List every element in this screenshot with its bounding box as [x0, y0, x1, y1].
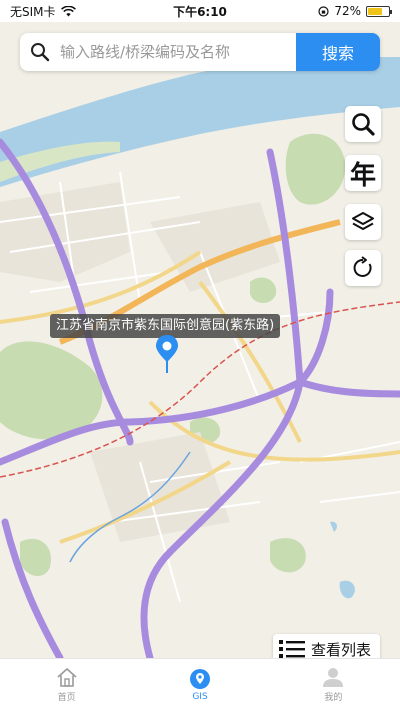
view-list-label: 查看列表 — [311, 640, 372, 659]
tab-home[interactable]: 首页 — [0, 659, 133, 710]
search-icon — [20, 33, 60, 71]
year-label: 年 — [349, 160, 376, 191]
year-filter-button[interactable]: 年 — [345, 155, 381, 191]
tab-mine-label: 我的 — [324, 693, 343, 703]
map-pin-icon[interactable] — [154, 334, 180, 374]
layers-icon — [352, 212, 374, 230]
tab-mine[interactable]: 我的 — [267, 659, 400, 710]
wifi-icon — [60, 5, 76, 16]
bottom-tab-bar: 首页 GIS 我的 — [0, 658, 400, 710]
refresh-icon — [353, 256, 372, 277]
layers-button[interactable] — [345, 204, 381, 240]
orientation-lock-icon — [318, 5, 329, 17]
zoom-search-button[interactable] — [345, 106, 381, 142]
carrier-text: 无SIM卡 — [10, 4, 56, 19]
list-icon — [279, 640, 305, 658]
battery-percent: 72% — [334, 4, 361, 18]
refresh-button[interactable] — [345, 250, 381, 286]
tab-gis-label: GIS — [192, 691, 208, 702]
map-tiles — [0, 57, 400, 658]
user-icon — [323, 668, 344, 687]
battery-icon — [366, 5, 392, 17]
tab-home-label: 首页 — [57, 693, 76, 703]
location-icon — [189, 668, 210, 689]
home-icon — [57, 668, 77, 687]
search-input[interactable] — [60, 33, 296, 71]
magnifier-icon — [352, 113, 375, 136]
map-canvas[interactable] — [0, 22, 400, 658]
status-bar: 无SIM卡 下午6:10 72% — [0, 0, 400, 22]
search-bar: 搜索 — [20, 33, 380, 71]
search-button[interactable]: 搜索 — [296, 33, 380, 71]
tab-gis[interactable]: GIS — [133, 659, 266, 710]
